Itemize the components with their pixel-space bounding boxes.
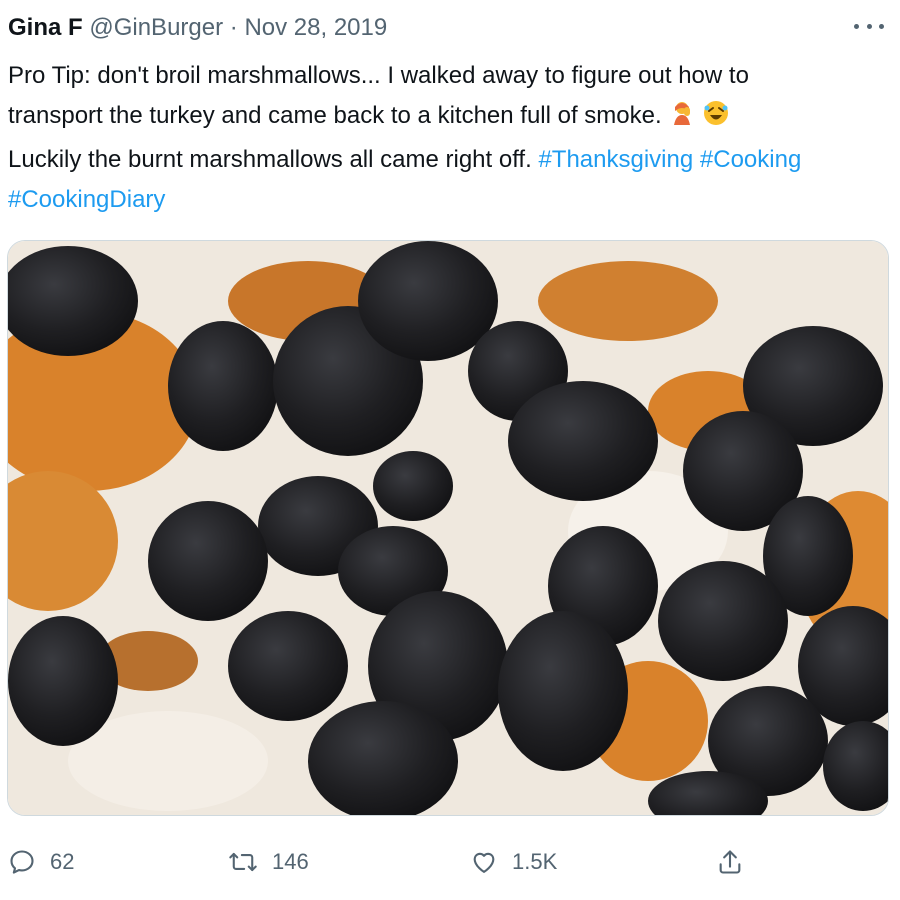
woman-facepalming-emoji-icon <box>668 99 696 140</box>
author-handle[interactable]: @GinBurger <box>89 14 223 41</box>
hashtag-cooking[interactable]: #Cooking <box>700 146 801 173</box>
tweet-header: Gina F @GinBurger · Nov 28, 2019 <box>8 12 878 46</box>
rolling-laughing-emoji-icon <box>702 99 730 140</box>
tweet-text-line-2: transport the turkey and came back to a … <box>8 96 888 140</box>
tweet-text-line-1: Pro Tip: don't broil marshmallows... I w… <box>8 62 749 89</box>
retweet-button[interactable]: 146 <box>228 844 309 880</box>
reply-button[interactable]: 62 <box>8 844 74 880</box>
retweet-icon <box>229 852 257 872</box>
header-separator: · <box>229 14 238 41</box>
share-icon <box>719 850 741 874</box>
reply-icon <box>10 850 34 874</box>
hashtag-cookingdiary[interactable]: #CookingDiary <box>8 186 165 213</box>
tweet-text-line-3-text: Luckily the burnt marshmallows all came … <box>8 146 532 173</box>
more-options-icon[interactable] <box>854 16 884 36</box>
tweet-actions: 62 146 1.5K <box>0 838 900 886</box>
author-name[interactable]: Gina F <box>8 14 83 41</box>
heart-icon <box>473 852 495 873</box>
hashtag-thanksgiving[interactable]: #Thanksgiving <box>538 146 693 173</box>
tweet-date[interactable]: Nov 28, 2019 <box>244 14 387 41</box>
burnt-marshmallows-photo <box>8 241 888 815</box>
tweet-photo[interactable] <box>7 240 889 816</box>
tweet-text-line-4: #CookingDiary <box>8 180 888 220</box>
tweet-text-line-3: Luckily the burnt marshmallows all came … <box>8 140 888 180</box>
retweet-count: 146 <box>272 849 309 874</box>
tweet-text-line-2-text: transport the turkey and came back to a … <box>8 102 662 129</box>
like-button[interactable]: 1.5K <box>470 844 557 880</box>
share-button[interactable] <box>716 844 744 880</box>
like-count: 1.5K <box>512 849 558 874</box>
reply-count: 62 <box>50 849 75 874</box>
tweet-text: Pro Tip: don't broil marshmallows... I w… <box>8 56 888 220</box>
